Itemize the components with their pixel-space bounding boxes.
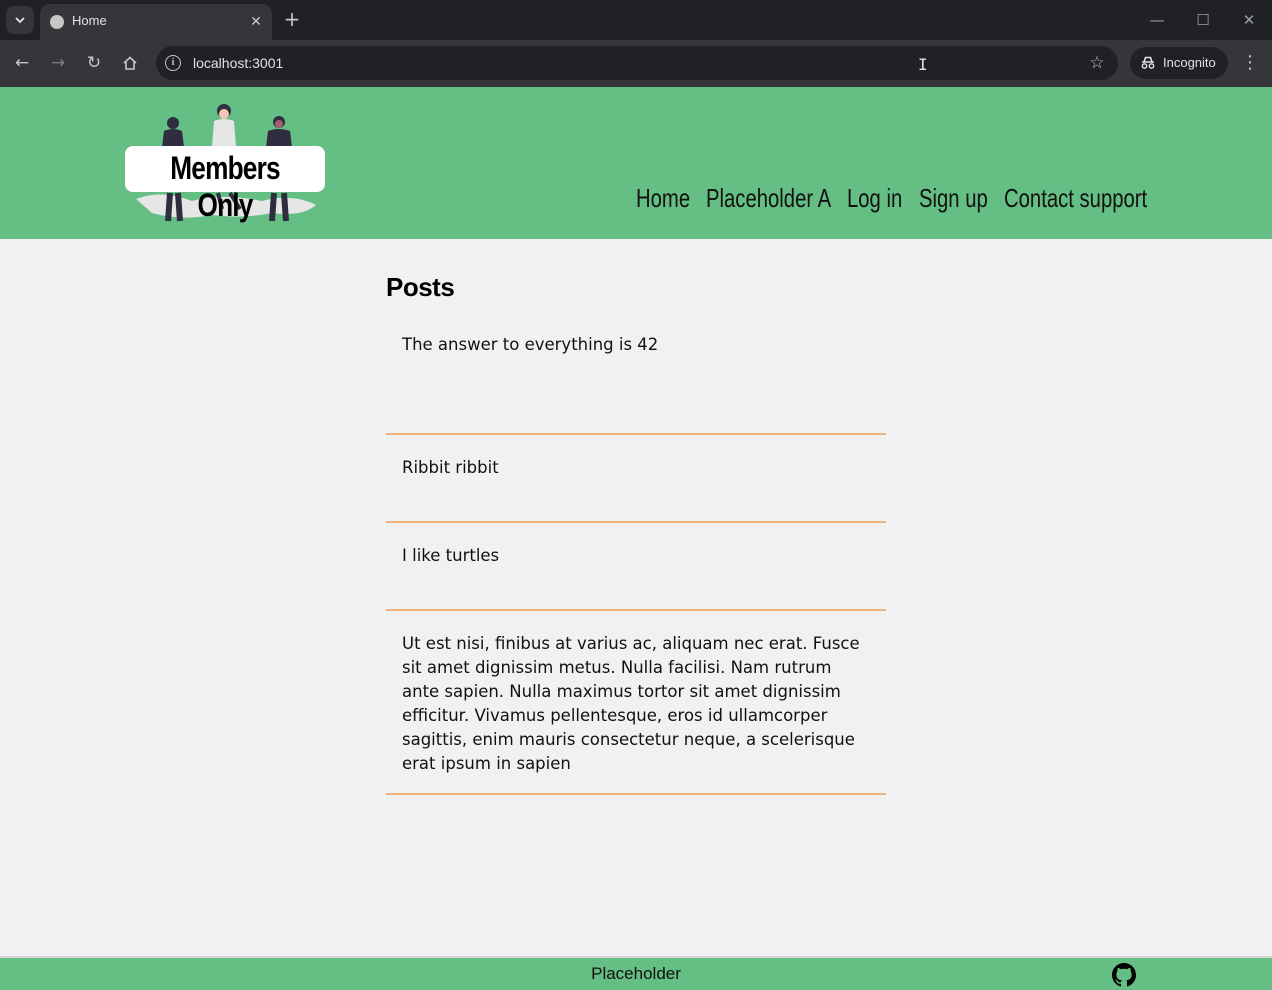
nav-sign-up[interactable]: Sign up (919, 183, 988, 215)
main-nav: Home Placeholder A Log in Sign up Contac… (636, 183, 1147, 215)
nav-home[interactable]: Home (636, 183, 690, 215)
nav-placeholder-a[interactable]: Placeholder A (706, 183, 831, 215)
browser-tab-strip: Home ✕ + — ☐ ✕ (0, 0, 1272, 40)
bookmark-star-icon[interactable]: ☆ (1085, 51, 1109, 75)
post-item: Ribbit ribbit (386, 435, 886, 523)
tab-search-button[interactable] (6, 6, 34, 34)
url-text[interactable]: localhost:3001 (193, 55, 283, 71)
home-button[interactable] (117, 50, 143, 76)
github-icon (1112, 963, 1136, 987)
chevron-down-icon (15, 17, 25, 24)
site-header: Members Only Home Placeholder A Log in S… (0, 87, 1272, 239)
incognito-label: Incognito (1163, 55, 1216, 70)
new-tab-button[interactable]: + (280, 8, 304, 32)
browser-menu-button[interactable]: ⋮ (1240, 50, 1260, 76)
back-button[interactable]: ← (9, 50, 35, 76)
post-item: The answer to everything is 42 (386, 312, 886, 435)
text-cursor-icon: I (918, 55, 928, 74)
post-item: I like turtles (386, 523, 886, 611)
browser-tab-active[interactable]: Home ✕ (40, 4, 272, 40)
tab-title: Home (72, 13, 107, 28)
footer-text: Placeholder (591, 964, 681, 983)
minimize-button[interactable]: — (1142, 8, 1172, 32)
site-info-icon[interactable]: i (165, 55, 181, 71)
nav-log-in[interactable]: Log in (847, 183, 902, 215)
globe-icon (50, 15, 64, 29)
tab-close-button[interactable]: ✕ (246, 12, 266, 32)
site-logo[interactable]: Members Only (122, 101, 328, 225)
home-icon (123, 56, 137, 70)
browser-toolbar: ← → ↻ i localhost:3001 ☆ I Incognito ⋮ (0, 40, 1272, 87)
site-footer: Placeholder (0, 956, 1272, 990)
forward-button[interactable]: → (45, 50, 71, 76)
maximize-button[interactable]: ☐ (1188, 8, 1218, 32)
incognito-badge[interactable]: Incognito (1130, 47, 1228, 79)
reload-button[interactable]: ↻ (81, 50, 107, 76)
nav-contact-support[interactable]: Contact support (1004, 183, 1147, 215)
github-link[interactable] (1112, 963, 1136, 987)
posts-section: Posts The answer to everything is 42 Rib… (386, 272, 886, 795)
post-item: Ut est nisi, finibus at varius ac, aliqu… (386, 611, 886, 795)
logo-text: Members Only (170, 150, 280, 223)
address-bar[interactable]: i localhost:3001 ☆ (156, 46, 1118, 80)
incognito-icon (1141, 56, 1155, 69)
close-window-button[interactable]: ✕ (1234, 8, 1264, 32)
posts-heading: Posts (386, 272, 455, 302)
